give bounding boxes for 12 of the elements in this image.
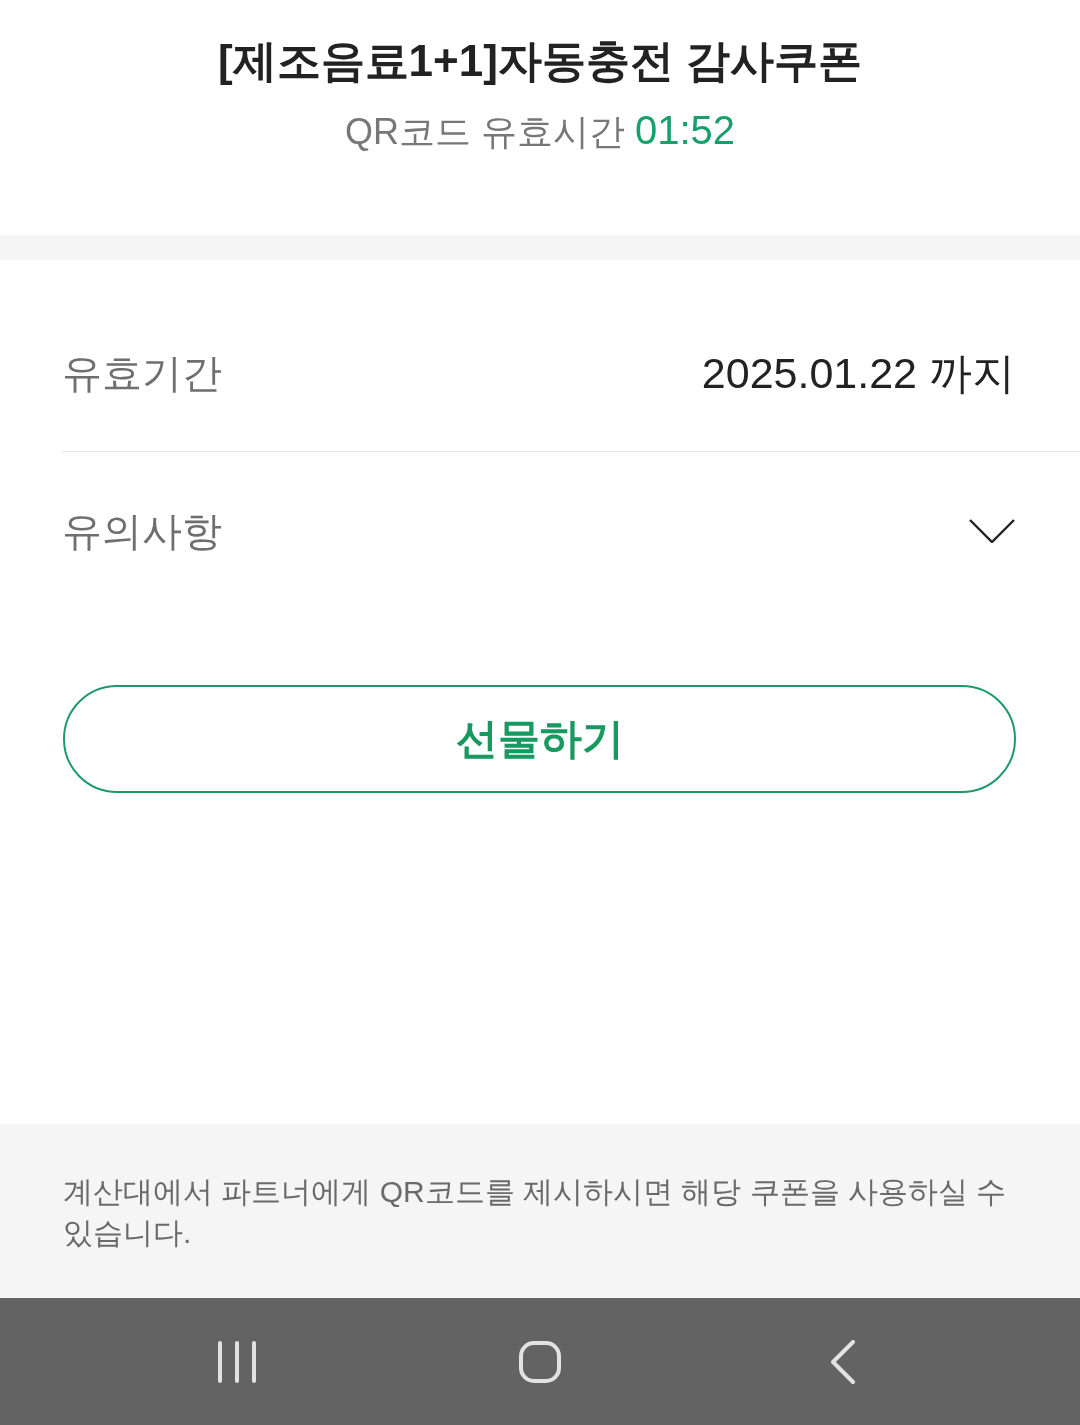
home-icon[interactable] [519, 1340, 561, 1383]
expiry-label: 유효기간 [62, 350, 222, 397]
back-icon[interactable] [830, 1339, 856, 1384]
chevron-down-icon[interactable] [969, 519, 1015, 543]
recent-apps-icon[interactable] [217, 1340, 257, 1383]
notes-label: 유의사항 [62, 508, 222, 555]
notice-text: 계산대에서 파트너에게 QR코드를 제시하시면 해당 쿠폰을 사용하실 수 있습니다. [63, 1174, 1008, 1251]
gift-button[interactable]: 선물하기 [63, 685, 1016, 793]
qr-timer: 01:52 [634, 107, 736, 154]
expiry-date: 2025.01.22 까지 [701, 348, 1015, 399]
qr-validity-label: QR코드 유효시간 [344, 110, 625, 154]
coupon-title: [제조음료1+1]자동충전 감사쿠폰 [217, 35, 863, 87]
